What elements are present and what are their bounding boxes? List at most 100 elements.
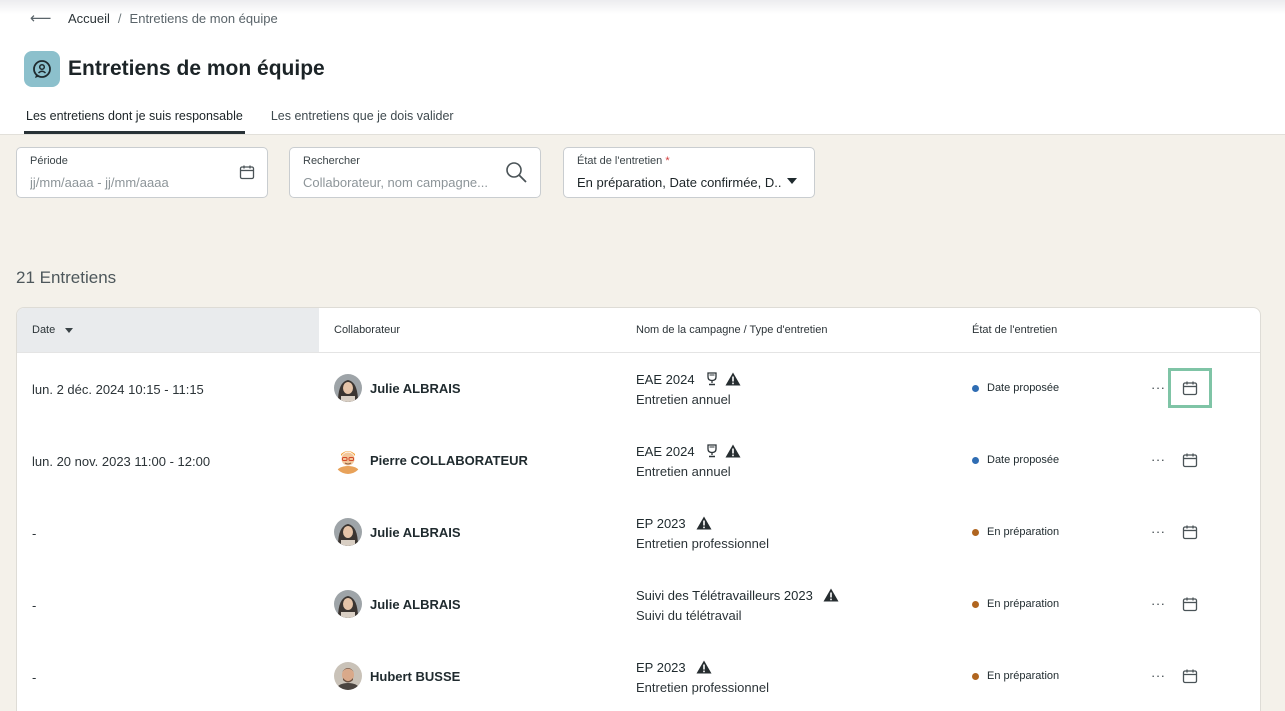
tab-bar: Les entretiens dont je suis responsable … [24, 103, 456, 134]
schedule-calendar-button[interactable] [1168, 512, 1212, 552]
period-field[interactable]: Période jj/mm/aaaa - jj/mm/aaaa [16, 147, 268, 198]
breadcrumb-home-link[interactable]: Accueil [68, 11, 110, 26]
status-badge: Date proposée [972, 382, 1059, 394]
schedule-calendar-button[interactable] [1168, 440, 1212, 480]
state-label: État de l'entretien * [577, 155, 670, 167]
status-dot-icon [972, 672, 979, 680]
campaign-name: EP 2023 [636, 515, 686, 531]
warning-icon [823, 588, 839, 602]
more-actions-button[interactable]: ··· [1151, 452, 1166, 467]
row-collaborator[interactable]: Julie ALBRAIS [334, 518, 461, 546]
search-icon[interactable] [504, 160, 528, 189]
row-collaborator[interactable]: Hubert BUSSE [334, 662, 460, 690]
more-actions-button[interactable]: ··· [1151, 524, 1166, 539]
interview-type: Entretien annuel [636, 392, 731, 407]
breadcrumb-current: Entretiens de mon équipe [129, 10, 278, 26]
status-label: Date proposée [987, 454, 1060, 466]
period-label: Période [30, 155, 68, 167]
breadcrumb-separator: / [117, 10, 122, 26]
interviews-table: Date Collaborateur Nom de la campagne / … [16, 307, 1261, 711]
avatar [334, 374, 362, 402]
row-campaign: Suivi des Télétravailleurs 2023 Suivi du … [636, 587, 845, 623]
schedule-calendar-button[interactable] [1168, 368, 1212, 408]
avatar [334, 446, 362, 474]
warning-icon [696, 660, 712, 674]
campaign-name: EP 2023 [636, 659, 686, 675]
status-dot-icon [972, 384, 979, 392]
table-row[interactable]: - Julie ALBRAIS Suivi des Télétravailleurs… [17, 570, 1260, 642]
row-date: - [32, 670, 37, 685]
schedule-calendar-button[interactable] [1168, 656, 1212, 696]
status-label: En préparation [987, 526, 1060, 538]
schedule-calendar-button[interactable] [1168, 584, 1212, 624]
status-dot-icon [972, 456, 979, 464]
avatar [334, 518, 362, 546]
warning-icon [725, 372, 741, 386]
column-header-collaborator: Collaborateur [334, 324, 401, 336]
table-row[interactable]: - Hubert BUSSE EP 2023 Entretien profession… [17, 642, 1260, 711]
collaborator-name: Julie ALBRAIS [370, 524, 461, 540]
row-campaign: EAE 2024 Entretien annuel [636, 371, 747, 407]
search-label: Rechercher [303, 155, 360, 167]
status-label: Date proposée [987, 382, 1060, 394]
more-actions-button[interactable]: ··· [1151, 668, 1166, 683]
search-input[interactable]: Collaborateur, nom campagne... [303, 175, 498, 190]
tab-to-validate[interactable]: Les entretiens que je dois valider [269, 103, 456, 134]
calendar-icon[interactable] [239, 164, 255, 185]
collaborator-name: Julie ALBRAIS [370, 596, 461, 612]
avatar [334, 590, 362, 618]
column-header-state: État de l'entretien [972, 324, 1058, 336]
calendar-icon [1182, 380, 1198, 396]
table-row[interactable]: lun. 20 nov. 2023 11:00 - 12:00 Pierre CO… [17, 426, 1260, 498]
row-collaborator[interactable]: Julie ALBRAIS [334, 374, 461, 402]
interview-type: Entretien annuel [636, 464, 731, 479]
row-collaborator[interactable]: Julie ALBRAIS [334, 590, 461, 618]
collaborator-name: Pierre COLLABORATEUR [370, 452, 528, 468]
breadcrumb: ⟵ Accueil / Entretiens de mon équipe [30, 9, 278, 27]
title-row: Entretiens de mon équipe [24, 51, 325, 87]
more-actions-button[interactable]: ··· [1151, 380, 1166, 395]
state-value: En préparation, Date confirmée, D... [577, 175, 782, 190]
column-header-campaign: Nom de la campagne / Type d'entretien [636, 324, 828, 336]
table-row[interactable]: lun. 2 déc. 2024 10:15 - 11:15 Julie ALBR… [17, 354, 1260, 426]
calendar-icon [1182, 452, 1198, 468]
calendar-icon [1182, 668, 1198, 684]
search-field[interactable]: Rechercher Collaborateur, nom campagne..… [289, 147, 541, 198]
state-select[interactable]: État de l'entretien * En préparation, Da… [563, 147, 815, 198]
status-dot-icon [972, 600, 979, 608]
trophy-icon [706, 372, 717, 386]
page-header: ⟵ Accueil / Entretiens de mon équipe Ent… [0, 0, 1285, 134]
campaign-name: EAE 2024 [636, 371, 695, 387]
result-count: 21 Entretiens [16, 268, 117, 287]
more-actions-button[interactable]: ··· [1151, 596, 1166, 611]
row-date: - [32, 526, 37, 541]
row-collaborator[interactable]: Pierre COLLABORATEUR [334, 446, 528, 474]
sort-desc-icon[interactable] [65, 327, 74, 333]
person-chat-icon [24, 51, 60, 87]
calendar-icon [1182, 596, 1198, 612]
trophy-icon [706, 444, 717, 458]
campaign-name: Suivi des Télétravailleurs 2023 [636, 587, 813, 603]
table-row[interactable]: - Julie ALBRAIS EP 2023 Entretien professio… [17, 498, 1260, 570]
row-campaign: EP 2023 Entretien professionnel [636, 515, 769, 552]
collaborator-name: Hubert BUSSE [370, 668, 461, 684]
status-badge: En préparation [972, 670, 1059, 682]
status-badge: En préparation [972, 526, 1059, 538]
row-date: lun. 20 nov. 2023 11:00 - 12:00 [32, 454, 211, 469]
main-content: 21 Entretiens Date Collaborateur Nom de … [0, 228, 1285, 711]
tab-responsible[interactable]: Les entretiens dont je suis responsable [24, 103, 245, 134]
period-placeholder: jj/mm/aaaa - jj/mm/aaaa [30, 175, 169, 190]
status-label: En préparation [987, 598, 1060, 610]
status-badge: Date proposée [972, 454, 1059, 466]
row-date: - [32, 598, 37, 613]
warning-icon [696, 516, 712, 530]
table-header: Date Collaborateur Nom de la campagne / … [17, 308, 1260, 353]
column-header-date[interactable]: Date [17, 308, 319, 352]
status-dot-icon [972, 528, 979, 536]
status-badge: En préparation [972, 598, 1059, 610]
caret-down-icon[interactable] [787, 171, 797, 189]
interview-type: Entretien professionnel [636, 536, 769, 551]
campaign-name: EAE 2024 [636, 443, 695, 459]
back-arrow-icon[interactable]: ⟵ [30, 9, 52, 27]
interview-type: Entretien professionnel [636, 680, 769, 695]
